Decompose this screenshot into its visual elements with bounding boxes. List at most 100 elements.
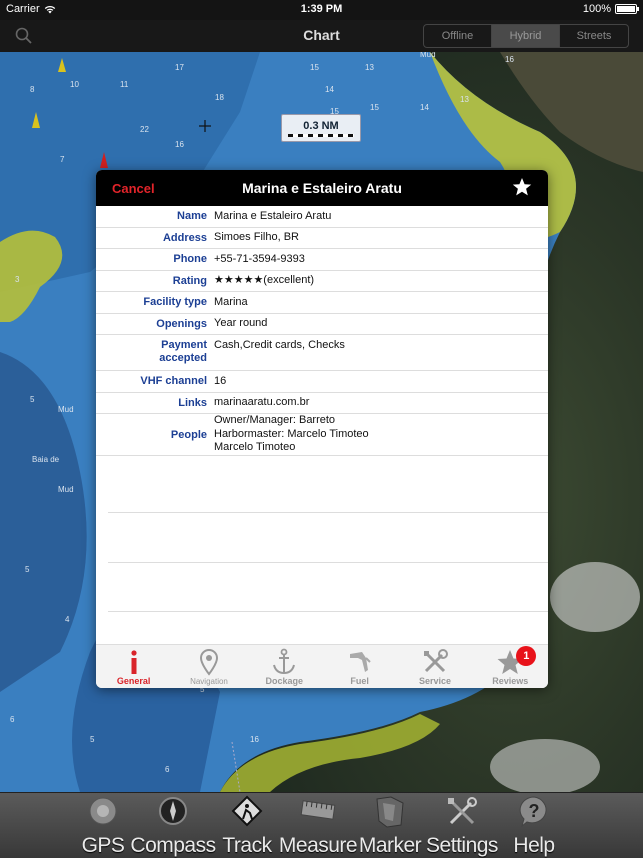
toolbar-compass-button[interactable]: Compass <box>130 793 216 858</box>
segment-streets[interactable]: Streets <box>560 25 628 47</box>
row-label-line: Payment <box>161 339 207 351</box>
tab-label: General <box>116 676 151 686</box>
tab-navigation[interactable]: Navigation <box>171 645 246 688</box>
svg-text:5: 5 <box>25 565 30 574</box>
fuel-nozzle-icon <box>349 652 371 672</box>
help-icon: ? <box>519 796 547 828</box>
tab-service[interactable]: Service <box>397 645 472 688</box>
battery-info: 100% <box>583 3 639 15</box>
row-value: Marina <box>214 295 248 308</box>
settings-icon <box>448 797 477 825</box>
tab-dockage[interactable]: Dockage <box>247 645 322 688</box>
tab-general[interactable]: General <box>96 645 171 688</box>
row-vhf-channel: VHF channel 16 <box>96 371 548 393</box>
toolbar-measure-button[interactable]: Measure <box>279 793 358 858</box>
tab-reviews[interactable]: 1 Reviews <box>473 645 548 688</box>
toolbar-label: Track <box>222 834 272 857</box>
people-line: Marcelo Timoteo <box>214 441 296 454</box>
row-people: People Owner/Manager: Barreto Harbormast… <box>96 414 548 456</box>
marker-icon <box>376 796 404 828</box>
compass-icon <box>159 797 187 825</box>
svg-text:Mud: Mud <box>420 52 436 59</box>
svg-text:7: 7 <box>60 155 65 164</box>
gps-icon <box>89 797 117 825</box>
toolbar-label: Marker <box>358 834 422 857</box>
row-phone[interactable]: Phone +55-71-3594-9393 <box>96 249 548 271</box>
tab-label: Reviews <box>492 676 529 686</box>
nav-bar: Chart Offline Hybrid Streets <box>0 20 643 52</box>
toolbar-help-button[interactable]: ? Help <box>499 793 569 858</box>
segment-hybrid[interactable]: Hybrid <box>492 25 560 47</box>
tab-label: Service <box>418 676 451 686</box>
row-value[interactable]: +55-71-3594-9393 <box>214 253 548 266</box>
svg-text:4: 4 <box>65 615 70 624</box>
svg-text:15: 15 <box>310 63 319 72</box>
dialog-header: Cancel Marina e Estaleiro Aratu <box>96 170 548 206</box>
row-label: Links <box>178 396 207 409</box>
favorite-star-icon[interactable] <box>512 177 532 197</box>
svg-text:14: 14 <box>325 85 334 94</box>
row-value[interactable]: marinaaratu.com.br <box>214 396 548 409</box>
divider <box>108 562 548 563</box>
tab-fuel[interactable]: Fuel <box>322 645 397 688</box>
svg-text:6: 6 <box>10 715 15 724</box>
toolbar-label: Help <box>513 834 555 857</box>
row-payment: Payment accepted Cash,Credit cards, Chec… <box>96 335 548 371</box>
row-label: Facility type <box>143 296 207 309</box>
row-value: Simoes Filho, BR <box>214 231 299 244</box>
svg-text:10: 10 <box>70 80 79 89</box>
scale-indicator: 0.3 NM <box>281 114 361 142</box>
reviews-count-badge: 1 <box>516 646 537 666</box>
row-label: VHF channel <box>140 375 207 388</box>
row-links[interactable]: Links marinaaratu.com.br <box>96 393 548 414</box>
row-label-line: accepted <box>159 352 207 364</box>
row-value: ★★★★★(excellent) <box>214 274 315 287</box>
svg-text:3: 3 <box>15 275 20 284</box>
dialog-title: Marina e Estaleiro Aratu <box>242 180 402 196</box>
info-icon <box>131 650 137 674</box>
toolbar-label: Settings <box>426 834 498 857</box>
row-openings: Openings Year round <box>96 314 548 335</box>
toolbar-label: GPS <box>81 834 125 857</box>
svg-text:?: ? <box>529 801 540 821</box>
row-value: 16 <box>214 374 227 387</box>
people-line: Owner/Manager: Barreto <box>214 414 336 427</box>
track-icon <box>231 795 263 827</box>
svg-text:6: 6 <box>165 765 170 774</box>
tools-icon <box>423 649 448 673</box>
status-bar: Carrier 1:39 PM 100% <box>0 0 643 20</box>
toolbar-label: Compass <box>130 834 216 857</box>
marina-info-dialog: Cancel Marina e Estaleiro Aratu Name Mar… <box>96 170 548 688</box>
row-rating: Rating ★★★★★(excellent) <box>96 271 548 292</box>
toolbar-marker-button[interactable]: Marker <box>355 793 425 858</box>
status-time: 1:39 PM <box>300 3 343 15</box>
row-label: Phone <box>173 253 207 266</box>
map-type-segmented-control: Offline Hybrid Streets <box>423 24 629 48</box>
people-line: Harbormaster: Marcelo Timoteo <box>214 427 369 440</box>
row-label: Name <box>177 210 207 223</box>
cancel-button[interactable]: Cancel <box>112 181 155 196</box>
toolbar-gps-button[interactable]: GPS <box>68 793 138 858</box>
segment-offline[interactable]: Offline <box>424 25 492 47</box>
tab-label: Navigation <box>190 677 228 686</box>
tab-label: Fuel <box>350 676 369 686</box>
divider <box>108 512 548 513</box>
row-address: Address Simoes Filho, BR <box>96 228 548 249</box>
row-name: Name Marina e Estaleiro Aratu <box>96 206 548 228</box>
row-value: Owner/Manager: Barreto Harbormaster: Mar… <box>214 414 548 455</box>
tab-label: Dockage <box>265 676 304 686</box>
row-value: Cash,Credit cards, Checks <box>214 339 345 351</box>
search-icon[interactable] <box>14 26 34 46</box>
svg-text:Baia de: Baia de <box>32 455 60 464</box>
row-label: Rating <box>172 274 207 287</box>
svg-text:5: 5 <box>90 735 95 744</box>
svg-text:13: 13 <box>460 95 469 104</box>
svg-text:8: 8 <box>30 85 35 94</box>
toolbar-settings-button[interactable]: Settings <box>426 793 498 858</box>
toolbar-label: Measure <box>278 834 358 857</box>
svg-text:15: 15 <box>370 103 379 112</box>
svg-text:16: 16 <box>175 140 184 149</box>
row-label: Address <box>162 231 207 244</box>
row-facility-type: Facility type Marina <box>96 292 548 314</box>
toolbar-track-button[interactable]: Track <box>212 793 282 858</box>
